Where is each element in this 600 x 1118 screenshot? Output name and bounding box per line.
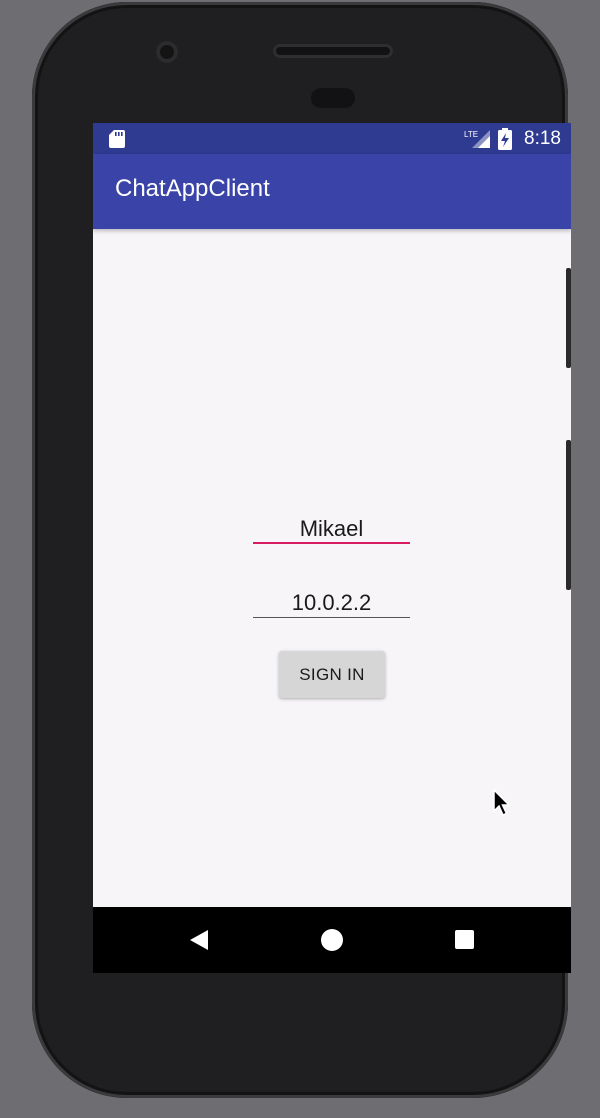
name-input-underline [253,542,410,544]
sign-in-button[interactable]: SIGN IN [279,651,385,698]
navigation-bar [93,907,571,973]
front-camera [156,41,178,63]
network-type-label: LTE [464,130,478,139]
host-input-underline [253,617,410,618]
back-icon[interactable] [189,929,209,951]
sd-card-icon [109,130,125,148]
phone-frame: LTE 8:18 ChatAppClient Mikael 10.0.2.2 S… [32,2,571,1098]
proximity-sensor [311,88,355,108]
device-screen: LTE 8:18 ChatAppClient Mikael 10.0.2.2 S… [93,123,571,973]
status-clock: 8:18 [524,127,561,149]
recent-apps-icon[interactable] [455,930,474,949]
app-bar: ChatAppClient [93,154,571,229]
power-button [566,268,571,368]
home-icon[interactable] [321,929,343,951]
earpiece-speaker [273,44,393,58]
signal-icon: LTE [464,129,491,148]
mouse-pointer-icon [493,789,511,816]
status-icons: LTE 8:18 [464,123,561,154]
app-title: ChatAppClient [115,175,270,202]
status-bar: LTE 8:18 [93,123,571,154]
battery-charging-icon [498,127,513,150]
volume-rocker [566,440,571,590]
host-input[interactable]: 10.0.2.2 [253,585,410,621]
